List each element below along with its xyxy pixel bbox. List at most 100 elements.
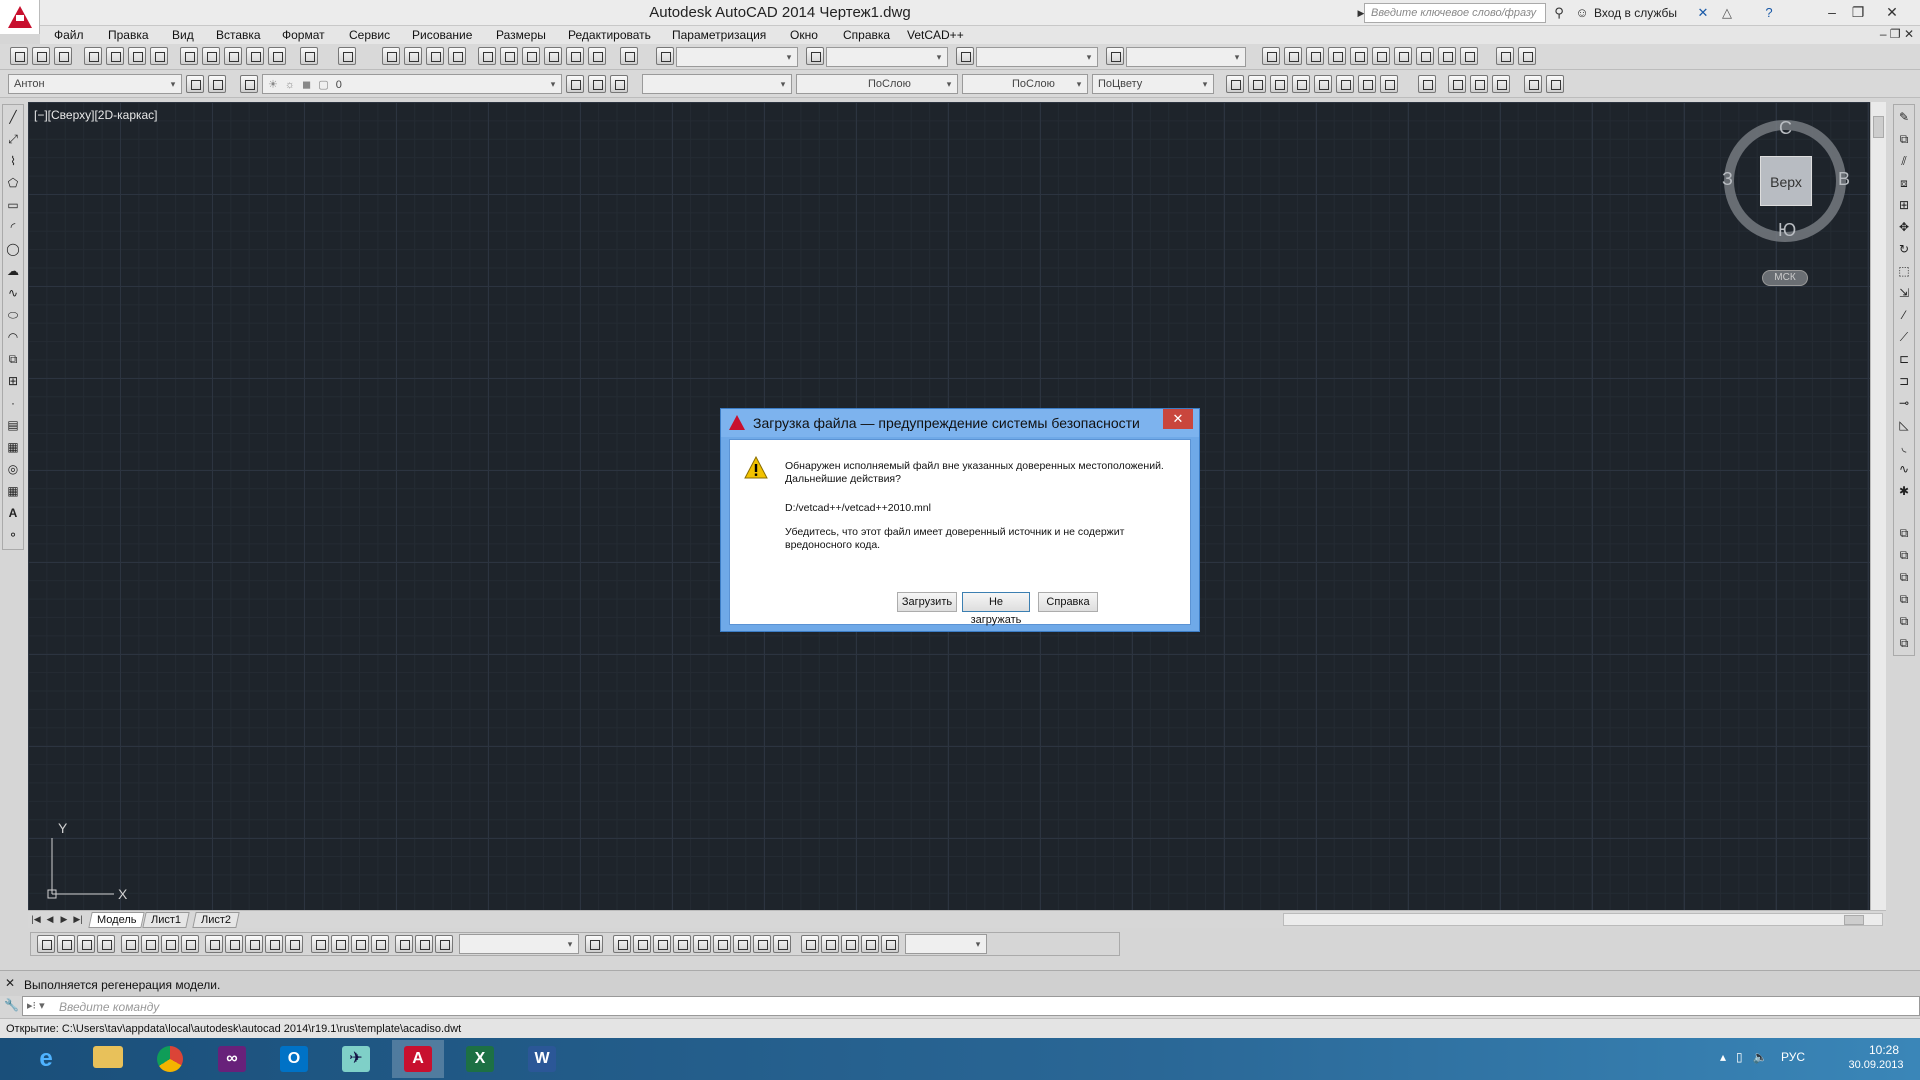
viewport-icon[interactable]: [801, 935, 819, 953]
vetcad-tool-8-icon[interactable]: [1416, 47, 1434, 65]
tab-layout1[interactable]: Лист1: [142, 912, 190, 928]
workspace-save-icon[interactable]: [208, 75, 226, 93]
dim-jogged-icon[interactable]: [141, 935, 159, 953]
menu-help[interactable]: Справка: [843, 28, 890, 42]
match-properties-icon[interactable]: [246, 47, 264, 65]
dim-text-edit-icon[interactable]: [415, 935, 433, 953]
clock-date[interactable]: 30.09.2013: [1840, 1059, 1912, 1071]
rectangle-icon[interactable]: ▭: [5, 197, 21, 213]
3d-print-icon[interactable]: [150, 47, 168, 65]
search-input[interactable]: Введите ключевое слово/фразу: [1364, 3, 1546, 23]
offset-icon[interactable]: ⧈: [1896, 175, 1912, 191]
vertical-scrollbar[interactable]: [1870, 102, 1886, 910]
rotate-icon[interactable]: ↻: [1896, 241, 1912, 257]
make-block-icon[interactable]: ⊞: [5, 373, 21, 389]
document-window-controls[interactable]: – ❐ ✕: [1880, 27, 1914, 41]
dim-baseline-icon[interactable]: [225, 935, 243, 953]
vetcad-tool-4-icon[interactable]: [1328, 47, 1346, 65]
inspection-icon[interactable]: [351, 935, 369, 953]
polyline-icon[interactable]: ⌇: [5, 153, 21, 169]
single-viewport-icon[interactable]: [821, 935, 839, 953]
text-style-icon[interactable]: [656, 47, 674, 65]
customize-wrench-icon[interactable]: 🔧: [4, 998, 19, 1012]
vetcad-tool-17-icon[interactable]: [1470, 75, 1488, 93]
tool-palettes-icon[interactable]: [522, 47, 540, 65]
tab-layout2[interactable]: Лист2: [192, 912, 240, 928]
paste-icon[interactable]: [224, 47, 242, 65]
cut-icon[interactable]: [180, 47, 198, 65]
menu-parametric[interactable]: Параметризация: [672, 28, 766, 42]
polygonal-viewport-icon[interactable]: [841, 935, 859, 953]
last-tab-arrow[interactable]: ▶|: [72, 913, 84, 926]
single-line-text-icon[interactable]: [633, 935, 651, 953]
application-menu-button[interactable]: [0, 0, 40, 34]
hatch-back-icon[interactable]: ⧉: [1896, 635, 1912, 651]
pan-icon[interactable]: [382, 47, 400, 65]
convert-space-icon[interactable]: [773, 935, 791, 953]
minimize-button[interactable]: –: [1820, 2, 1844, 22]
language-indicator[interactable]: РУС: [1781, 1050, 1805, 1064]
taskbar-paper-plane-app[interactable]: ✈: [330, 1040, 382, 1078]
quick-dim-icon[interactable]: [205, 935, 223, 953]
table-draw-icon[interactable]: ▦: [5, 483, 21, 499]
plot-style-combo[interactable]: ПоЦвету ▾: [1092, 74, 1214, 94]
viewcube[interactable]: Верх С Ю В З: [1722, 118, 1850, 242]
print-icon[interactable]: [84, 47, 102, 65]
copy-icon[interactable]: [202, 47, 220, 65]
wcs-menu[interactable]: МСК: [1762, 270, 1808, 286]
text-style-combo[interactable]: ▾: [676, 47, 798, 67]
menu-window[interactable]: Окно: [790, 28, 818, 42]
vetcad-tool-10-icon[interactable]: [1460, 47, 1478, 65]
close-window-button[interactable]: ✕: [1880, 2, 1904, 22]
vetcad-tool-13-icon[interactable]: [1336, 75, 1354, 93]
lineweight-combo[interactable]: ПоСлою ▾: [962, 74, 1088, 94]
menu-dimension[interactable]: Размеры: [496, 28, 546, 42]
print-preview-icon[interactable]: [106, 47, 124, 65]
workspace-combo[interactable]: Антон ▾: [8, 74, 182, 94]
maximize-button[interactable]: ❐: [1846, 2, 1870, 22]
binoculars-icon[interactable]: ⚲: [1550, 4, 1568, 22]
table-icon[interactable]: [1226, 75, 1244, 93]
horizontal-scrollbar[interactable]: [1283, 913, 1883, 926]
calculator-icon[interactable]: [1418, 75, 1436, 93]
workspace-settings-icon[interactable]: [186, 75, 204, 93]
center-mark-icon[interactable]: [331, 935, 349, 953]
quickcalc-icon[interactable]: [588, 47, 606, 65]
blend-curves-icon[interactable]: ∿: [1896, 461, 1912, 477]
polygon-icon[interactable]: ⬠: [5, 175, 21, 191]
vetcad-tool-6-icon[interactable]: [1372, 47, 1390, 65]
dim-ordinate-icon[interactable]: [97, 935, 115, 953]
help-icon[interactable]: ?: [1760, 4, 1778, 22]
hatch-draw-icon[interactable]: ▤: [5, 417, 21, 433]
viewport-controls-label[interactable]: [−][Сверху][2D-каркас]: [34, 108, 158, 122]
dim-break-icon[interactable]: [285, 935, 303, 953]
dim-edit-icon[interactable]: [395, 935, 413, 953]
vetcad-tool-7-icon[interactable]: [1394, 47, 1412, 65]
properties-icon[interactable]: [478, 47, 496, 65]
explode-icon[interactable]: ✱: [1896, 483, 1912, 499]
menu-format[interactable]: Формат: [282, 28, 325, 42]
open-file-icon[interactable]: [32, 47, 50, 65]
make-current-layer-icon[interactable]: [566, 75, 584, 93]
dim-linear-icon[interactable]: [1248, 75, 1266, 93]
vetcad-tool-2-icon[interactable]: [1284, 47, 1302, 65]
point-icon[interactable]: ·: [5, 395, 21, 411]
layer-state-icon[interactable]: [610, 75, 628, 93]
dim-update-icon[interactable]: [435, 935, 453, 953]
viewcube-top-face[interactable]: Верх: [1760, 156, 1812, 206]
revision-cloud-icon[interactable]: ☁: [5, 263, 21, 279]
bring-above-icon[interactable]: ⧉: [1896, 569, 1912, 585]
vetcad-tool-5-icon[interactable]: [1350, 47, 1368, 65]
vetcad-tool-12-icon[interactable]: [1314, 75, 1332, 93]
jogged-linear-icon[interactable]: [371, 935, 389, 953]
find-text-icon[interactable]: [673, 935, 691, 953]
vetcad-tool-20-icon[interactable]: [1546, 75, 1564, 93]
taskbar-excel[interactable]: X: [454, 1040, 506, 1078]
exchange-icon[interactable]: ✕: [1694, 4, 1712, 22]
autodesk-app-icon[interactable]: △: [1718, 4, 1736, 22]
dim-continue-icon[interactable]: [245, 935, 263, 953]
text-front-icon[interactable]: ⧉: [1896, 613, 1912, 629]
horizontal-scroll-thumb[interactable]: [1844, 915, 1864, 925]
dialog-title-bar[interactable]: Загрузка файла — предупреждение системы …: [721, 409, 1199, 437]
hatch-icon[interactable]: [1270, 75, 1288, 93]
